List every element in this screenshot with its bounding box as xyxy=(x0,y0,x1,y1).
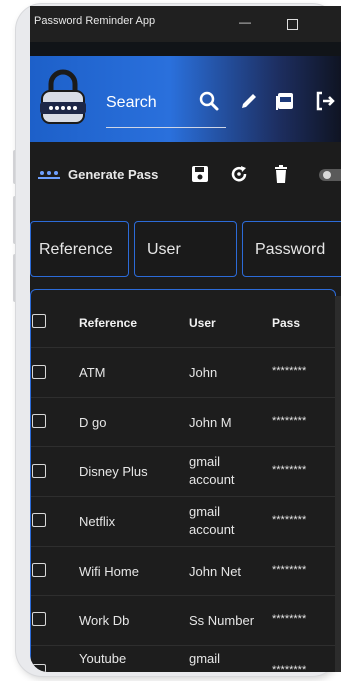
cell-user: John M xyxy=(189,415,232,430)
cell-user: gmail xyxy=(189,651,221,666)
toggle-knob xyxy=(323,171,331,179)
search-icon[interactable] xyxy=(198,90,220,112)
logout-icon[interactable] xyxy=(314,90,336,112)
row-checkbox[interactable] xyxy=(32,365,46,379)
cell-user-line-1: gmail xyxy=(189,454,221,469)
table-row[interactable]: Disney Plus gmail account ******** xyxy=(31,447,337,496)
cell-user-line-2: account xyxy=(189,472,235,487)
edit-icon[interactable] xyxy=(238,90,260,112)
row-checkbox[interactable] xyxy=(32,612,46,626)
cell-pass: ******** xyxy=(272,415,307,427)
table-header-row: Reference User Pass xyxy=(31,298,337,347)
search-underline xyxy=(106,127,226,128)
row-checkbox[interactable] xyxy=(32,464,46,478)
cell-pass: ******** xyxy=(272,464,307,476)
cell-reference: Netflix xyxy=(79,514,116,529)
cell-pass: ******** xyxy=(272,564,307,576)
table-scrollbar[interactable] xyxy=(335,296,341,672)
cell-pass: ******** xyxy=(272,514,307,526)
app-logo-icon xyxy=(40,69,86,124)
row-checkbox[interactable] xyxy=(32,563,46,577)
cell-user-line-1: gmail xyxy=(189,504,221,519)
cell-reference: Wifi Home xyxy=(79,564,139,579)
cell-user: John xyxy=(189,365,218,380)
generate-pass-button[interactable]: Generate Pass xyxy=(68,167,158,182)
row-checkbox[interactable] xyxy=(32,414,46,428)
table-row[interactable]: Work Db Ss Number ******** xyxy=(31,596,337,645)
save-icon[interactable] xyxy=(190,164,210,184)
cell-user-line-2: account xyxy=(189,522,235,537)
cell-reference: ATM xyxy=(79,365,106,380)
generate-pass-icon xyxy=(38,171,60,179)
maximize-button[interactable] xyxy=(287,19,298,30)
table-row[interactable]: Wifi Home John Net ******** xyxy=(31,547,337,596)
passwords-table: Reference User Pass ATM John ******** D … xyxy=(30,289,337,672)
table-row[interactable]: ATM John ******** xyxy=(31,348,337,397)
titlebar-divider xyxy=(30,42,341,56)
user-field[interactable]: User xyxy=(134,221,237,277)
password-field[interactable]: Password xyxy=(242,221,341,277)
pdf-icon[interactable] xyxy=(274,90,296,112)
column-header-reference[interactable]: Reference xyxy=(79,316,137,330)
cell-reference: Disney Plus xyxy=(79,464,148,479)
refresh-icon[interactable] xyxy=(229,164,249,184)
delete-icon[interactable] xyxy=(271,164,291,184)
cell-reference: Work Db xyxy=(79,613,130,628)
column-header-user[interactable]: User xyxy=(189,316,216,330)
theme-toggle[interactable] xyxy=(319,169,341,181)
column-header-pass[interactable]: Pass xyxy=(272,316,300,330)
user-field-label: User xyxy=(147,241,181,258)
cell-user: John Net xyxy=(189,564,242,579)
reference-field-label: Reference xyxy=(39,241,113,258)
table-row[interactable]: Youtube gmail ******** xyxy=(31,646,337,672)
row-checkbox[interactable] xyxy=(32,513,46,527)
minimize-button[interactable]: — xyxy=(239,15,251,29)
reference-field[interactable]: Reference xyxy=(30,221,129,277)
cell-user: Ss Number xyxy=(189,613,255,628)
cell-reference: Youtube xyxy=(79,651,127,666)
window-titlebar: Password Reminder App — xyxy=(30,6,341,42)
app-screen: Password Reminder App — Search Generate … xyxy=(30,6,341,672)
password-field-label: Password xyxy=(255,241,326,258)
action-toolbar: Generate Pass xyxy=(30,142,341,204)
table-row[interactable]: Netflix gmail account ******** xyxy=(31,497,337,546)
cell-pass: ******** xyxy=(272,664,307,672)
select-all-checkbox[interactable] xyxy=(32,314,46,328)
row-checkbox[interactable] xyxy=(32,664,46,672)
window-title: Password Reminder App xyxy=(34,15,156,27)
table-row[interactable]: D go John M ******** xyxy=(31,398,337,447)
search-input[interactable]: Search xyxy=(106,94,157,112)
app-header: Search xyxy=(30,56,341,142)
cell-pass: ******** xyxy=(272,613,307,625)
cell-reference: D go xyxy=(79,415,107,430)
cell-pass: ******** xyxy=(272,365,307,377)
